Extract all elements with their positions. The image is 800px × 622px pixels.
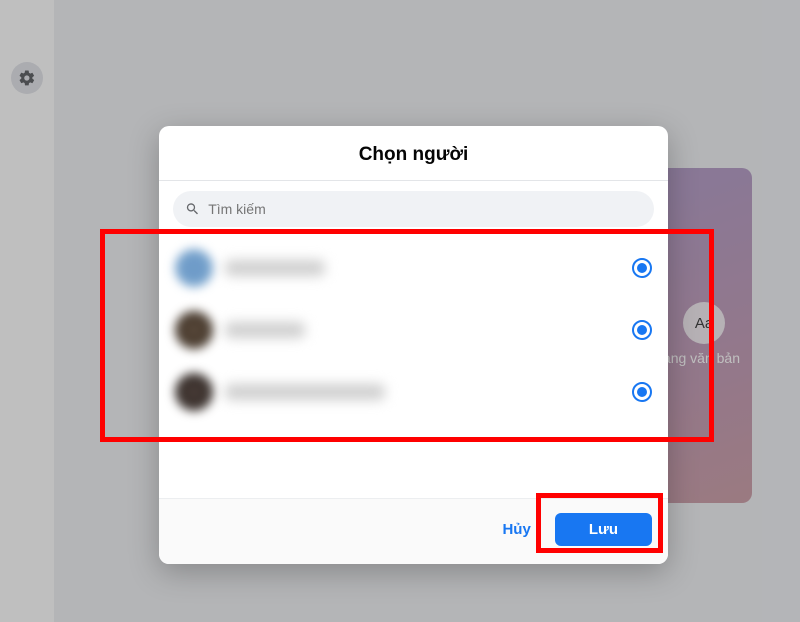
cancel-button[interactable]: Hủy [484,513,548,546]
person-name-redacted [225,260,325,276]
avatar [175,373,213,411]
radio-selected[interactable] [632,320,652,340]
modal-title: Chọn người [159,126,668,181]
search-field-wrap[interactable] [173,191,654,227]
radio-selected[interactable] [632,382,652,402]
avatar [175,249,213,287]
avatar [175,311,213,349]
list-item[interactable] [167,237,660,299]
sidebar [0,0,54,622]
person-name-redacted [225,384,385,400]
search-bar [159,181,668,231]
gear-icon [18,69,36,87]
text-style-badge: Aa [683,302,725,344]
person-name-redacted [225,322,305,338]
search-icon [185,201,200,217]
radio-dot-icon [637,263,647,273]
people-list [159,231,668,498]
list-item[interactable] [167,299,660,361]
search-input[interactable] [208,201,642,217]
radio-selected[interactable] [632,258,652,278]
radio-dot-icon [637,387,647,397]
list-item[interactable] [167,361,660,423]
radio-dot-icon [637,325,647,335]
modal-footer: Hủy Lưu [159,498,668,564]
select-people-modal: Chọn người Hủy Lưu [159,126,668,564]
save-button[interactable]: Lưu [555,513,652,546]
settings-button[interactable] [11,62,43,94]
